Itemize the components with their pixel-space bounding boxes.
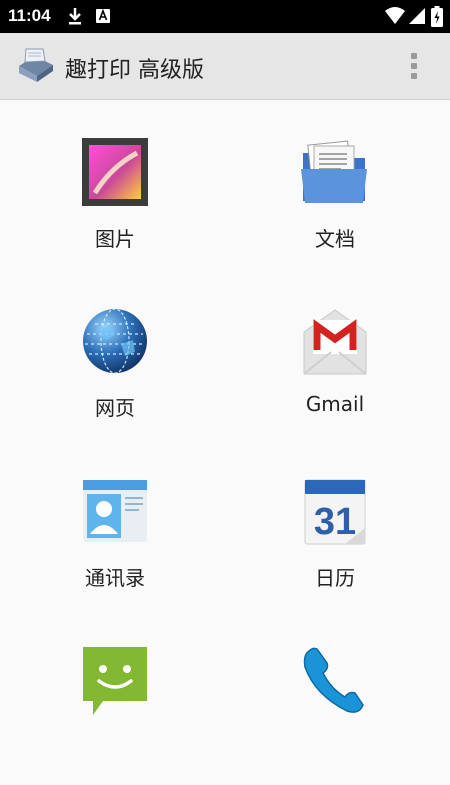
messaging-icon (83, 647, 147, 715)
download-icon (69, 8, 81, 25)
overflow-menu-icon[interactable] (404, 51, 426, 81)
printer-icon (19, 48, 53, 82)
grid-item-label: 网页 (95, 396, 135, 420)
notification-a-icon (96, 8, 110, 23)
signal-icon (409, 8, 425, 24)
grid-item-label: 日历 (315, 566, 355, 590)
grid-item-contacts[interactable]: 通讯录 (35, 476, 195, 616)
grid-item-label: 图片 (95, 227, 135, 251)
globe-icon (83, 308, 147, 374)
grid-item-phone[interactable] (255, 645, 415, 785)
grid-item-gallery[interactable]: 图片 (35, 137, 195, 277)
grid-item-calendar[interactable]: 31 日历 (255, 476, 415, 616)
folder-documents-icon (301, 140, 367, 203)
contacts-icon (83, 480, 147, 542)
calendar-day: 31 (314, 501, 356, 543)
app-title: 趣打印 高级版 (65, 58, 204, 83)
gmail-icon (303, 309, 367, 375)
status-bar: 11:04 (0, 0, 450, 33)
wifi-icon (385, 7, 405, 24)
grid-item-web[interactable]: 网页 (35, 306, 195, 446)
app-bar: 趣打印 高级版 (0, 33, 450, 100)
calendar-icon: 31 (304, 479, 366, 545)
grid-item-gmail[interactable]: Gmail (255, 306, 415, 446)
grid-item-label: 文档 (315, 227, 355, 251)
status-time: 11:04 (8, 6, 51, 25)
phone-icon (303, 647, 364, 713)
grid-item-documents[interactable]: 文档 (255, 137, 415, 277)
gallery-icon (82, 138, 148, 206)
grid-item-label: 通讯录 (85, 566, 145, 590)
grid-item-label: Gmail (305, 392, 365, 416)
grid-item-messaging[interactable] (35, 645, 195, 785)
battery-icon (431, 6, 443, 27)
